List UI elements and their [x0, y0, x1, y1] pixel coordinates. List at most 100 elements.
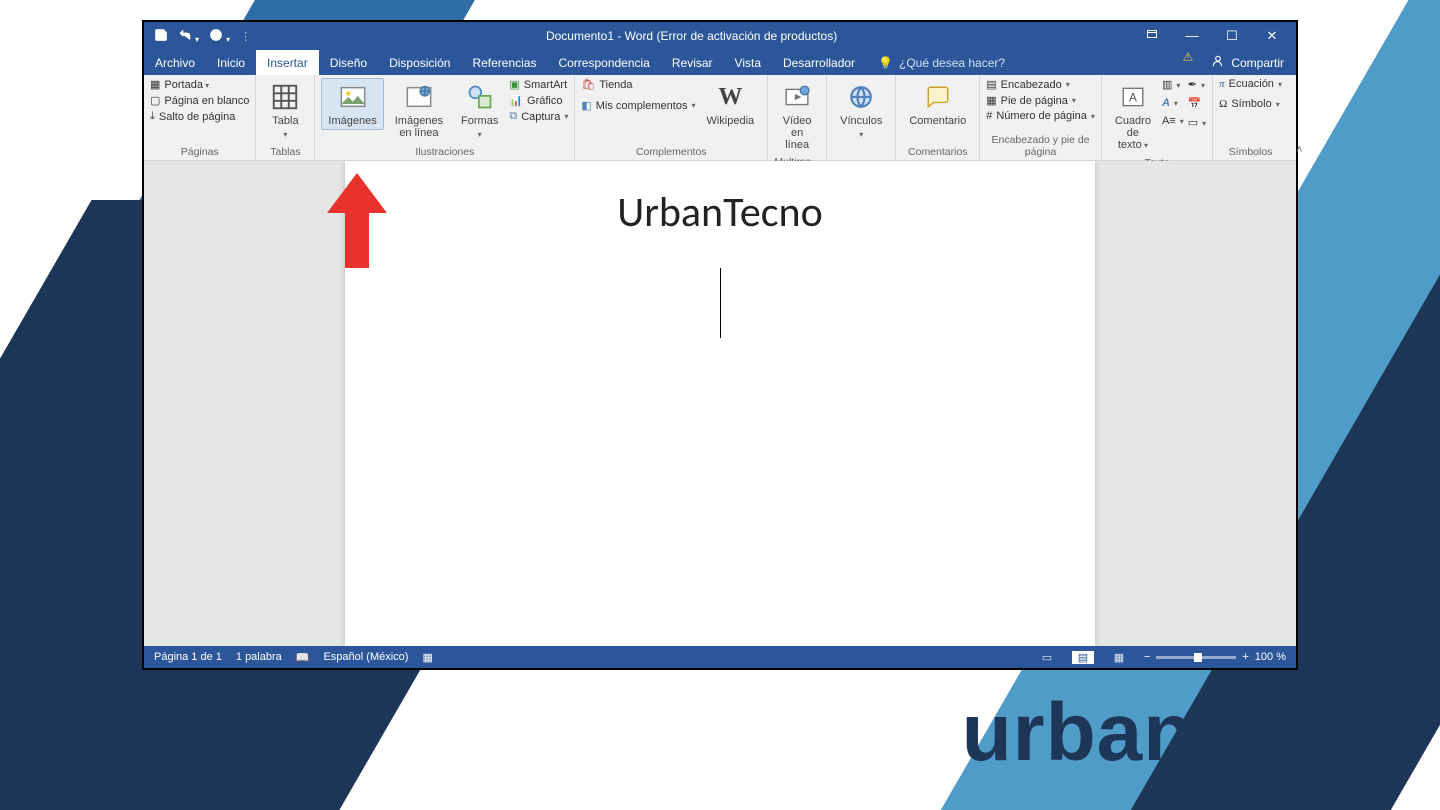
video-en-linea-button[interactable]: Vídeo en línea: [774, 78, 820, 154]
document-area[interactable]: UrbanTecno: [144, 161, 1296, 646]
quick-access-toolbar: ▾ ▾ ⋮: [148, 28, 251, 45]
share-label: Compartir: [1231, 56, 1284, 70]
web-layout-button[interactable]: ▦: [1108, 651, 1130, 664]
smartart-button[interactable]: ▣SmartArt: [509, 78, 568, 91]
group-tablas: Tabla Tablas: [256, 75, 315, 160]
textbox-icon: A: [1117, 81, 1149, 113]
object-button[interactable]: ▭: [1188, 116, 1206, 129]
wikipedia-button[interactable]: W Wikipedia: [699, 78, 761, 130]
grafico-button[interactable]: 📊Gráfico: [509, 94, 568, 107]
zoom-out-button[interactable]: −: [1144, 651, 1150, 663]
equation-icon: π: [1219, 78, 1225, 90]
close-button[interactable]: ✕: [1252, 28, 1292, 44]
group-texto: A Cuadro de texto ▥ A A≡ ✒ 📅 ▭ Texto: [1102, 75, 1213, 160]
mis-complementos-button[interactable]: ◧ Mis complementos: [581, 99, 695, 112]
addins-icon: ◧: [581, 99, 591, 112]
page[interactable]: UrbanTecno: [345, 161, 1095, 646]
tab-correspondencia[interactable]: Correspondencia: [547, 50, 660, 75]
brand-logo: urbantecno: [962, 686, 1400, 780]
captura-button[interactable]: ⧉Captura: [509, 110, 568, 123]
salto-pagina-button[interactable]: ⤓Salto de página: [150, 110, 249, 123]
group-caption-paginas: Páginas: [150, 144, 249, 160]
word-count[interactable]: 1 palabra: [236, 651, 282, 663]
mis-label: Mis complementos: [596, 100, 688, 112]
cuadro-label: Cuadro de texto: [1115, 115, 1151, 152]
date-icon: 📅: [1188, 97, 1202, 110]
datetime-button[interactable]: 📅: [1188, 97, 1206, 110]
comentario-label: Comentario: [909, 115, 966, 127]
simbolo-button[interactable]: ΩSímbolo: [1219, 98, 1282, 110]
parts-icon: ▥: [1162, 78, 1172, 91]
online-video-icon: [781, 81, 813, 113]
tab-insertar[interactable]: Insertar: [256, 50, 319, 75]
macro-icon[interactable]: ▦: [422, 651, 432, 664]
spellcheck-icon[interactable]: 📖: [296, 651, 310, 664]
redo-icon[interactable]: ▾: [209, 28, 230, 45]
collapse-ribbon-button[interactable]: ˄: [1288, 140, 1310, 160]
smartart-label: SmartArt: [524, 79, 567, 91]
pie-pagina-button[interactable]: ▦ Pie de página: [986, 94, 1095, 107]
tab-archivo[interactable]: Archivo: [144, 50, 206, 75]
zoom-slider[interactable]: [1156, 656, 1236, 659]
zoom-control[interactable]: − + 100 %: [1144, 651, 1286, 663]
tell-me-search[interactable]: 💡 ¿Qué desea hacer?: [866, 50, 1183, 75]
signature-button[interactable]: ✒: [1188, 78, 1206, 91]
vinculos-button[interactable]: Vínculos: [833, 78, 889, 144]
formas-button[interactable]: Formas: [454, 78, 505, 144]
links-icon: [845, 81, 877, 113]
ecuacion-button[interactable]: πEcuación: [1219, 78, 1282, 90]
page-indicator[interactable]: Página 1 de 1: [154, 651, 222, 663]
qat-customize[interactable]: ⋮: [240, 30, 251, 43]
print-layout-button[interactable]: ▤: [1072, 651, 1094, 664]
read-mode-button[interactable]: ▭: [1036, 651, 1058, 664]
wordart-button[interactable]: A: [1162, 97, 1184, 109]
group-paginas: ▦Portada ▢Página en blanco ⤓Salto de pág…: [144, 75, 256, 160]
save-icon[interactable]: [154, 28, 168, 45]
portada-label: Portada: [164, 79, 209, 91]
signature-icon: ✒: [1188, 78, 1197, 91]
tab-desarrollador[interactable]: Desarrollador: [772, 50, 866, 75]
imagenes-en-linea-button[interactable]: Imágenes en línea: [388, 78, 450, 142]
pagina-blanco-button[interactable]: ▢Página en blanco: [150, 94, 249, 107]
zoom-value[interactable]: 100 %: [1255, 651, 1286, 663]
ribbon-display-options[interactable]: [1132, 28, 1172, 44]
tab-disposicion[interactable]: Disposición: [378, 50, 461, 75]
imagenes-button[interactable]: Imágenes: [321, 78, 383, 130]
tabla-button[interactable]: Tabla: [262, 78, 308, 144]
share-button[interactable]: Compartir: [1199, 50, 1296, 75]
tab-inicio[interactable]: Inicio: [206, 50, 256, 75]
group-caption-simbolos: Símbolos: [1219, 144, 1282, 160]
tab-referencias[interactable]: Referencias: [461, 50, 547, 75]
grafico-label: Gráfico: [527, 95, 562, 107]
tab-revisar[interactable]: Revisar: [661, 50, 724, 75]
warning-icon[interactable]: ⚠: [1183, 50, 1200, 75]
drop-cap-button[interactable]: A≡: [1162, 115, 1184, 127]
object-icon: ▭: [1188, 116, 1198, 129]
language-indicator[interactable]: Español (México): [323, 651, 408, 663]
group-simbolos: πEcuación ΩSímbolo Símbolos: [1213, 75, 1288, 160]
blank-page-icon: ▢: [150, 94, 160, 107]
cuadro-texto-button[interactable]: A Cuadro de texto: [1108, 78, 1158, 155]
imagenes-label: Imágenes: [328, 115, 376, 127]
zoom-in-button[interactable]: +: [1242, 651, 1248, 663]
pie-label: Pie de página: [1001, 95, 1068, 107]
brand-bold: urban: [962, 687, 1195, 778]
comment-icon: [922, 81, 954, 113]
quick-parts-button[interactable]: ▥: [1162, 78, 1184, 91]
footer-icon: ▦: [986, 94, 996, 107]
word-window: ▾ ▾ ⋮ Documento1 - Word (Error de activa…: [142, 20, 1298, 670]
minimize-button[interactable]: —: [1172, 28, 1212, 44]
encabezado-label: Encabezado: [1001, 79, 1062, 91]
tab-diseno[interactable]: Diseño: [319, 50, 378, 75]
undo-icon[interactable]: ▾: [178, 28, 199, 45]
numero-pagina-button[interactable]: #Número de página: [986, 110, 1095, 122]
tienda-button[interactable]: 🛍Tienda: [581, 78, 695, 91]
comentario-button[interactable]: Comentario: [902, 78, 973, 130]
maximize-button[interactable]: ☐: [1212, 28, 1252, 44]
tab-vista[interactable]: Vista: [724, 50, 772, 75]
portada-button[interactable]: ▦Portada: [150, 78, 249, 91]
encabezado-button[interactable]: ▤ Encabezado: [986, 78, 1095, 91]
header-icon: ▤: [986, 78, 996, 91]
ribbon-tabs: Archivo Inicio Insertar Diseño Disposici…: [144, 50, 1296, 75]
simbolo-label: Símbolo: [1231, 98, 1271, 110]
